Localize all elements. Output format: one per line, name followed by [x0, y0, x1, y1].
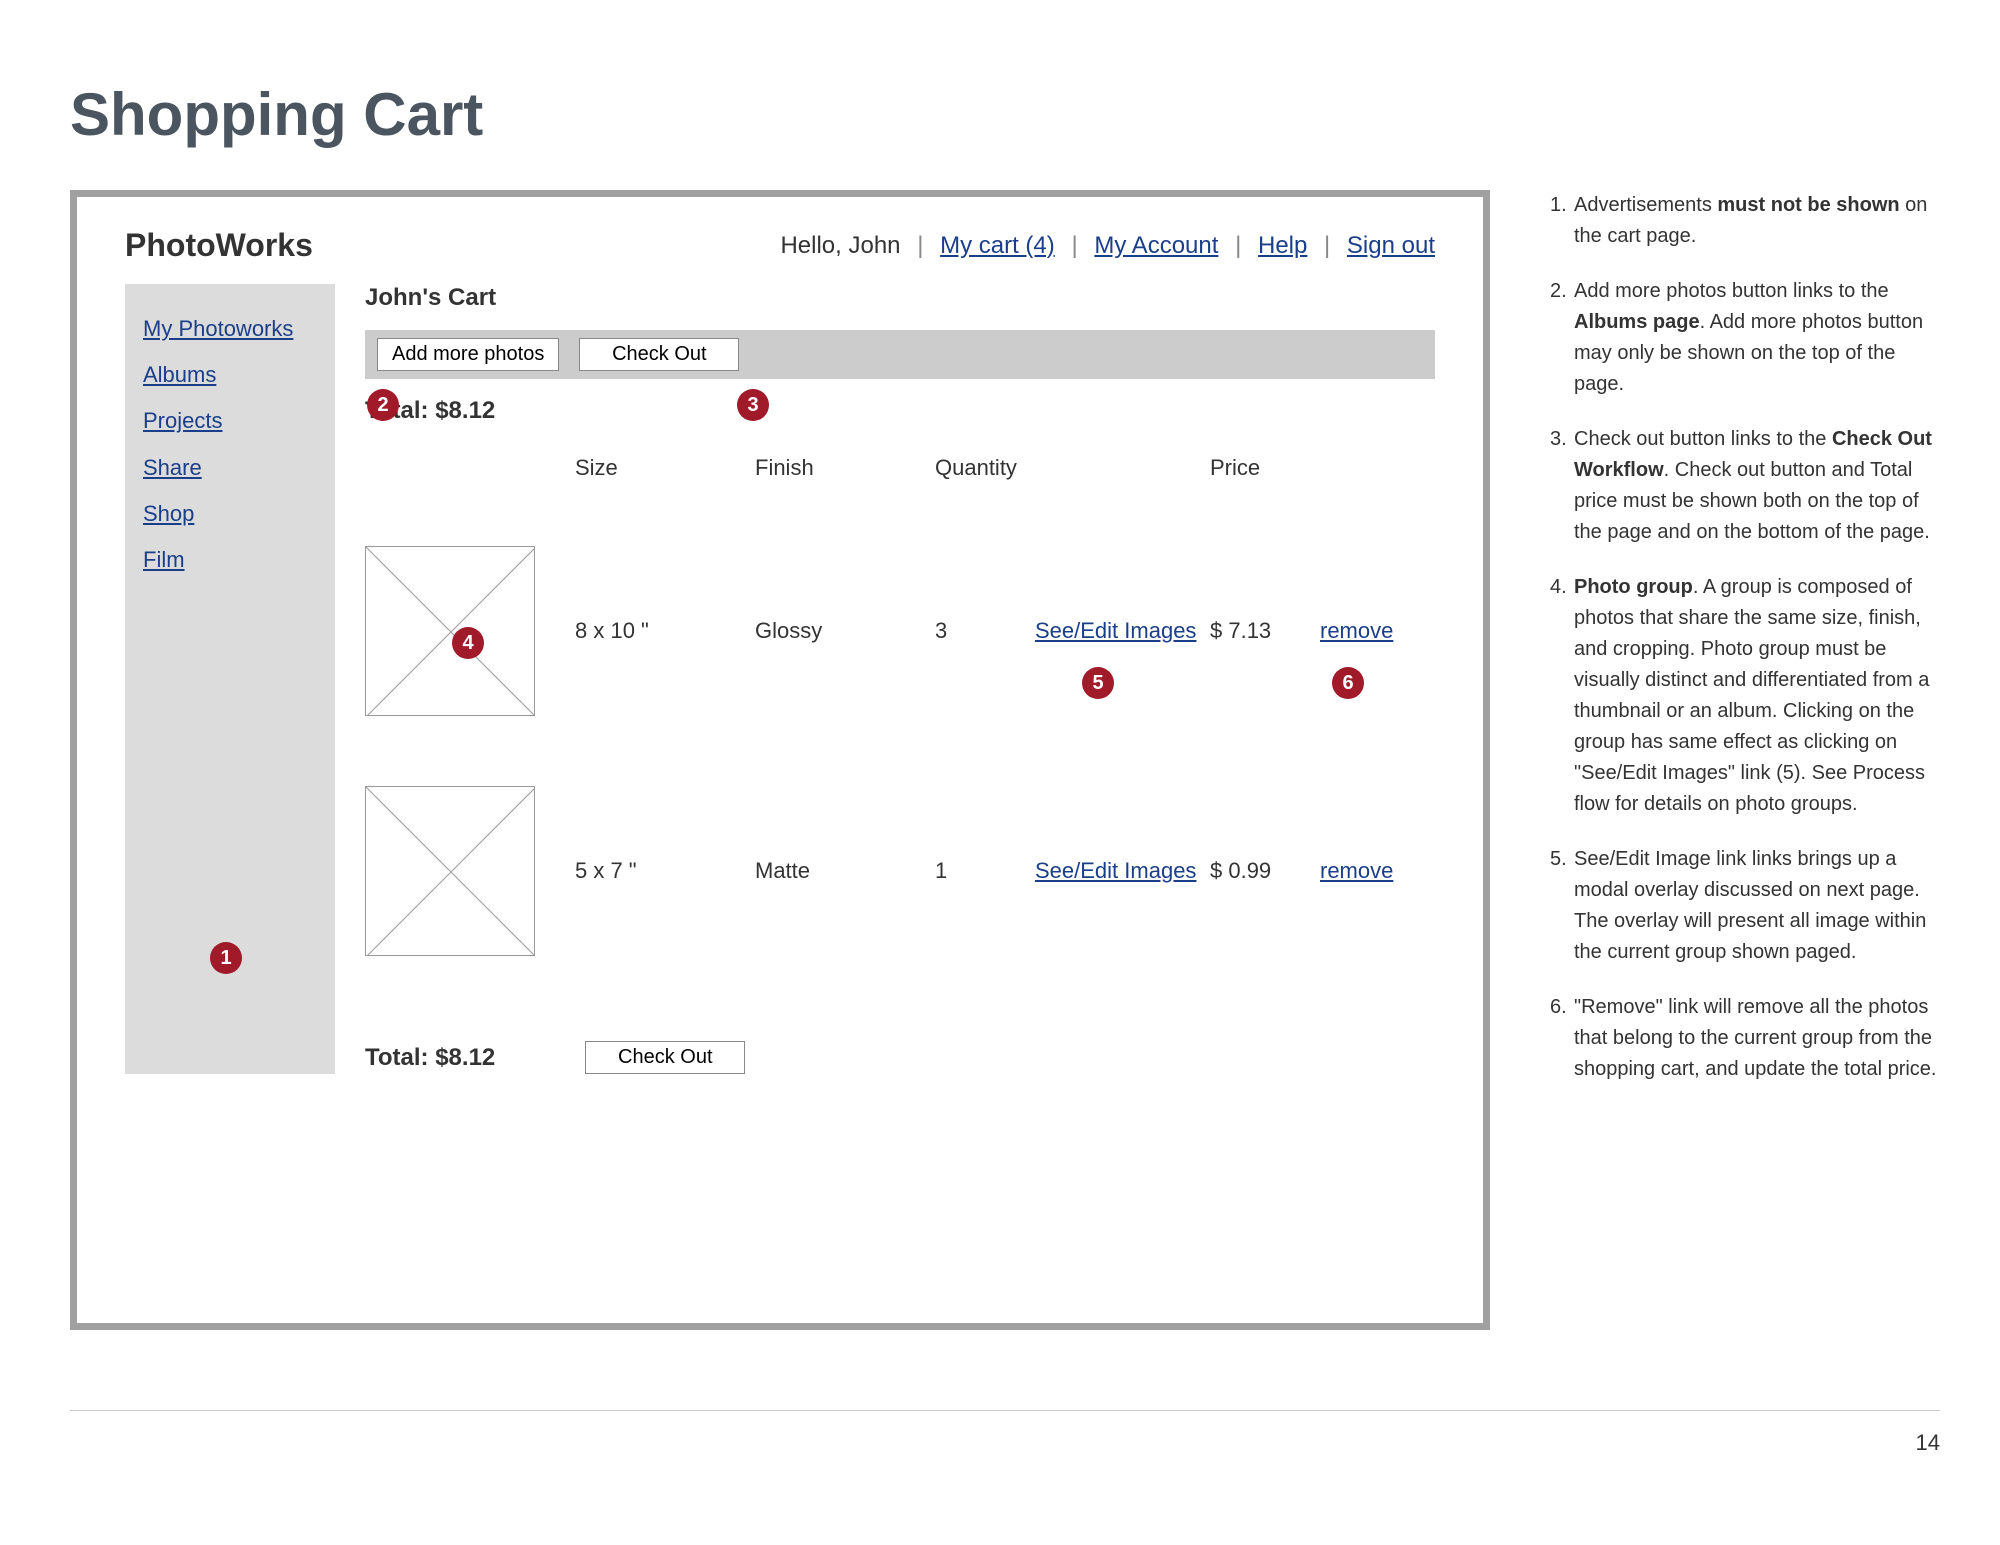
page-number: 14 [1916, 1430, 1940, 1456]
annotation-2: 2. Add more photos button links to the A… [1550, 276, 1940, 400]
marker-4: 4 [452, 627, 484, 659]
annotation-text: Check out button links to the Check Out … [1574, 424, 1940, 548]
top-links: Hello, John | My cart (4) | My Account |… [780, 232, 1435, 260]
col-seeedit [1035, 468, 1210, 498]
marker-6: 6 [1332, 667, 1364, 699]
annotation-num: 4. [1550, 572, 1574, 820]
annotation-text: Add more photos button links to the Albu… [1574, 276, 1940, 400]
separator: | [1324, 232, 1330, 259]
price-cell: $ 0.99 [1210, 823, 1320, 919]
sidebar-item-projects[interactable]: Projects [143, 398, 317, 444]
annotation-num: 1. [1550, 190, 1574, 252]
photo-group-thumb[interactable] [365, 546, 535, 716]
logo: PhotoWorks [125, 227, 313, 264]
cart-title: John's Cart [365, 284, 1435, 312]
annotation-num: 5. [1550, 844, 1574, 968]
annotation-text: Photo group. A group is composed of phot… [1574, 572, 1940, 820]
annotation-text: See/Edit Image link links brings up a mo… [1574, 844, 1940, 968]
wireframe-frame: PhotoWorks Hello, John | My cart (4) | M… [70, 190, 1490, 1330]
price-cell: $ 7.13 [1210, 583, 1320, 679]
annotation-num: 6. [1550, 992, 1574, 1085]
table-row [365, 751, 575, 991]
see-edit-images-link[interactable]: See/Edit Images [1035, 858, 1196, 883]
footer-divider [70, 1410, 1940, 1411]
marker-2: 2 [367, 389, 399, 421]
total-bottom: Total: $8.12 [365, 1044, 495, 1072]
annotation-1: 1. Advertisements must not be shown on t… [1550, 190, 1940, 252]
remove-link[interactable]: remove [1320, 618, 1393, 643]
my-cart-link[interactable]: My cart (4) [940, 232, 1055, 259]
marker-5: 5 [1082, 667, 1114, 699]
sidebar-item-share[interactable]: Share [143, 445, 317, 491]
marker-3: 3 [737, 389, 769, 421]
annotation-5: 5. See/Edit Image link links brings up a… [1550, 844, 1940, 968]
col-price: Price [1210, 455, 1320, 511]
cart-grid: Size Finish Quantity Price 8 x 10 " Glos… [365, 455, 1435, 991]
annotation-text: "Remove" link will remove all the photos… [1574, 992, 1940, 1085]
annotation-text: Advertisements must not be shown on the … [1574, 190, 1940, 252]
finish-cell: Matte [755, 823, 935, 919]
photo-group-thumb[interactable] [365, 786, 535, 956]
see-edit-images-link[interactable]: See/Edit Images [1035, 618, 1196, 643]
size-cell: 8 x 10 " [575, 583, 755, 679]
header-row: PhotoWorks Hello, John | My cart (4) | M… [77, 197, 1483, 284]
body-area: My Photoworks Albums Projects Share Shop… [77, 284, 1483, 1074]
sidebar-item-shop[interactable]: Shop [143, 491, 317, 537]
separator: | [1071, 232, 1077, 259]
check-out-button-bottom[interactable]: Check Out [585, 1041, 745, 1074]
annotation-num: 2. [1550, 276, 1574, 400]
annotations-column: 1. Advertisements must not be shown on t… [1550, 190, 1940, 1109]
annotation-4: 4. Photo group. A group is composed of p… [1550, 572, 1940, 820]
my-account-link[interactable]: My Account [1094, 232, 1218, 259]
total-top: Total: $8.12 [365, 397, 1435, 425]
col-thumb [365, 468, 575, 498]
qty-cell: 1 [935, 823, 1035, 919]
content-area: John's Cart Add more photos Check Out To… [335, 284, 1435, 1074]
sign-out-link[interactable]: Sign out [1347, 232, 1435, 259]
col-size: Size [575, 455, 755, 511]
finish-cell: Glossy [755, 583, 935, 679]
greeting-text: Hello, John [780, 232, 900, 259]
bottom-row: Total: $8.12 Check Out [365, 1041, 1435, 1074]
add-more-photos-button[interactable]: Add more photos [377, 338, 559, 371]
sidebar-item-albums[interactable]: Albums [143, 352, 317, 398]
sidebar-item-film[interactable]: Film [143, 537, 317, 583]
check-out-button-top[interactable]: Check Out [579, 338, 739, 371]
size-cell: 5 x 7 " [575, 823, 755, 919]
page-title: Shopping Cart [70, 80, 483, 149]
annotation-3: 3. Check out button links to the Check O… [1550, 424, 1940, 548]
marker-1: 1 [210, 942, 242, 974]
annotation-num: 3. [1550, 424, 1574, 548]
sidebar-item-my-photoworks[interactable]: My Photoworks [143, 306, 317, 352]
help-link[interactable]: Help [1258, 232, 1307, 259]
button-bar: Add more photos Check Out [365, 330, 1435, 379]
col-quantity: Quantity [935, 455, 1035, 511]
annotation-6: 6. "Remove" link will remove all the pho… [1550, 992, 1940, 1085]
placeholder-icon [366, 787, 534, 955]
placeholder-icon [366, 547, 534, 715]
qty-cell: 3 [935, 583, 1035, 679]
remove-link[interactable]: remove [1320, 858, 1393, 883]
col-remove [1320, 468, 1420, 498]
col-finish: Finish [755, 455, 935, 511]
separator: | [917, 232, 923, 259]
separator: | [1235, 232, 1241, 259]
